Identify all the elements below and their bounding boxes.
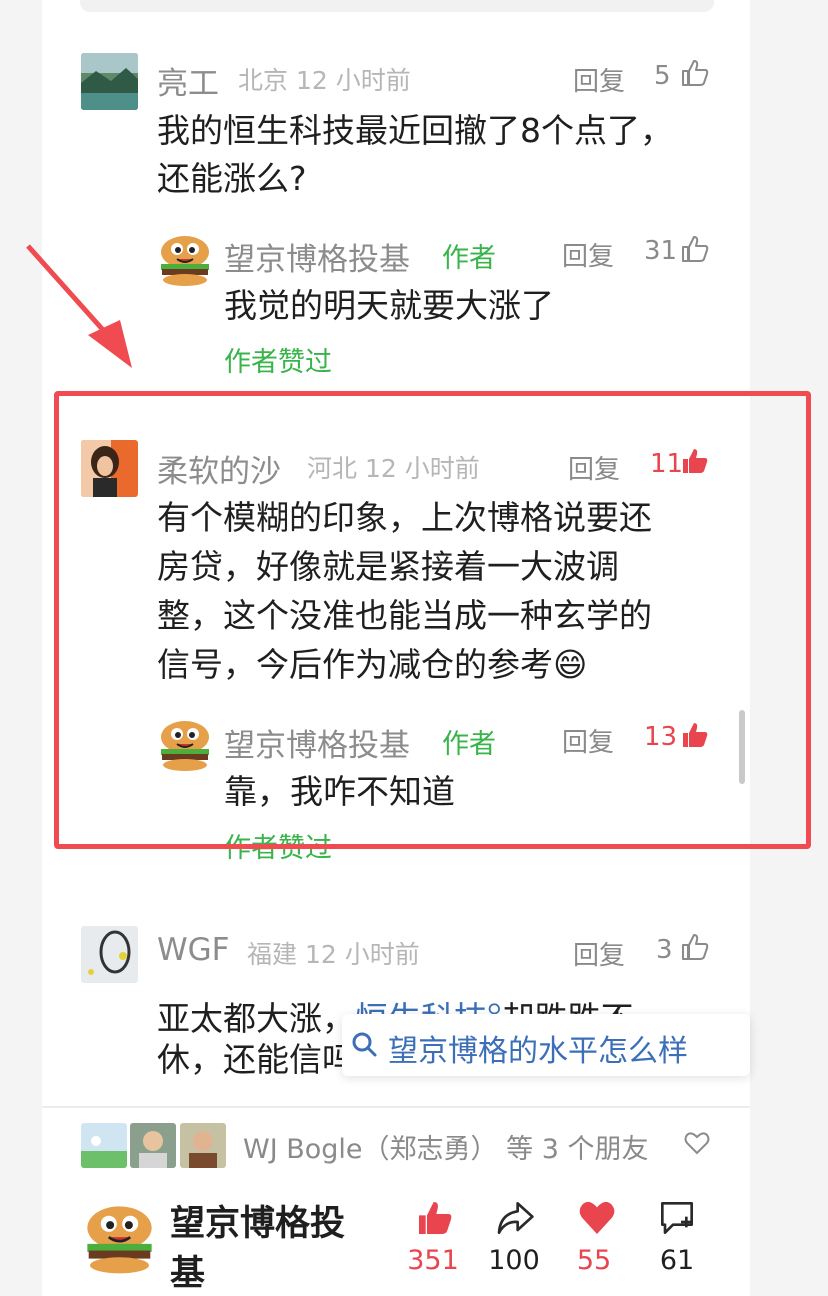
comment-text-line: 我的恒生科技最近回撤了8个点了， [157, 111, 673, 150]
friend-avatar[interactable] [81, 1123, 127, 1168]
liked-by-author-label: 作者赞过 [224, 347, 332, 378]
thumbs-up-icon[interactable] [680, 932, 710, 962]
search-suggestion-text: 望京博格的水平怎么样 [388, 1034, 688, 1069]
footer-author-avatar-burger[interactable] [82, 1201, 157, 1276]
heart-outline-icon[interactable] [684, 1131, 710, 1155]
comment-username[interactable]: 亮工 [157, 58, 219, 103]
comment-username[interactable]: WGF [157, 932, 230, 968]
top-bar-remnant [80, 0, 714, 12]
friends-liked-text[interactable]: WJ Bogle（郑志勇） 等 3 个朋友 [243, 1127, 648, 1166]
divider [42, 1106, 750, 1108]
friend-avatar[interactable] [180, 1123, 226, 1168]
footer-author-name[interactable]: 望京博格投 [170, 1195, 345, 1246]
author-reply-username[interactable]: 望京博格投基 [224, 234, 410, 279]
author-reply-text: 我觉的明天就要大涨了 [224, 286, 554, 325]
comment-add-icon[interactable] [655, 1198, 699, 1238]
friend-avatar[interactable] [130, 1123, 176, 1168]
like-count: 3 [656, 935, 673, 965]
search-suggestion-popup[interactable]: 望京博格的水平怎么样 [342, 1014, 750, 1076]
share-icon[interactable] [493, 1198, 537, 1238]
comment-text-line: 还能涨么? [157, 159, 307, 198]
red-highlight-box [54, 391, 811, 849]
footer-like-count: 351 [407, 1245, 459, 1276]
reply-button[interactable]: 回复 [573, 61, 625, 98]
footer-share-count: 100 [488, 1245, 540, 1276]
heart-filled-icon[interactable] [575, 1198, 619, 1238]
footer-comment-count: 61 [659, 1245, 695, 1276]
thumbs-up-filled-icon[interactable] [413, 1198, 457, 1238]
reply-button[interactable]: 回复 [573, 935, 625, 972]
red-arrow-annotation [26, 244, 132, 368]
thumbs-up-icon[interactable] [680, 58, 710, 88]
avatar-liang-gong[interactable] [81, 53, 138, 110]
footer-author-name[interactable]: 基 [170, 1245, 205, 1296]
comment-location-time: 福建 12 小时前 [247, 940, 420, 969]
comment-text-segment: 亚太都大涨， [157, 999, 355, 1038]
comment-text-line: 休，还能信吗 [157, 1040, 355, 1079]
avatar-wgf[interactable] [81, 926, 138, 983]
author-badge: 作者 [442, 243, 496, 274]
footer-favorite-count: 55 [576, 1245, 612, 1276]
thumbs-up-icon[interactable] [680, 234, 710, 264]
search-icon [352, 1032, 377, 1057]
like-count: 5 [654, 61, 671, 91]
author-avatar-burger[interactable] [157, 232, 213, 288]
comment-location-time: 北京 12 小时前 [238, 66, 411, 95]
reply-button[interactable]: 回复 [562, 236, 614, 273]
like-count: 31 [644, 236, 678, 266]
